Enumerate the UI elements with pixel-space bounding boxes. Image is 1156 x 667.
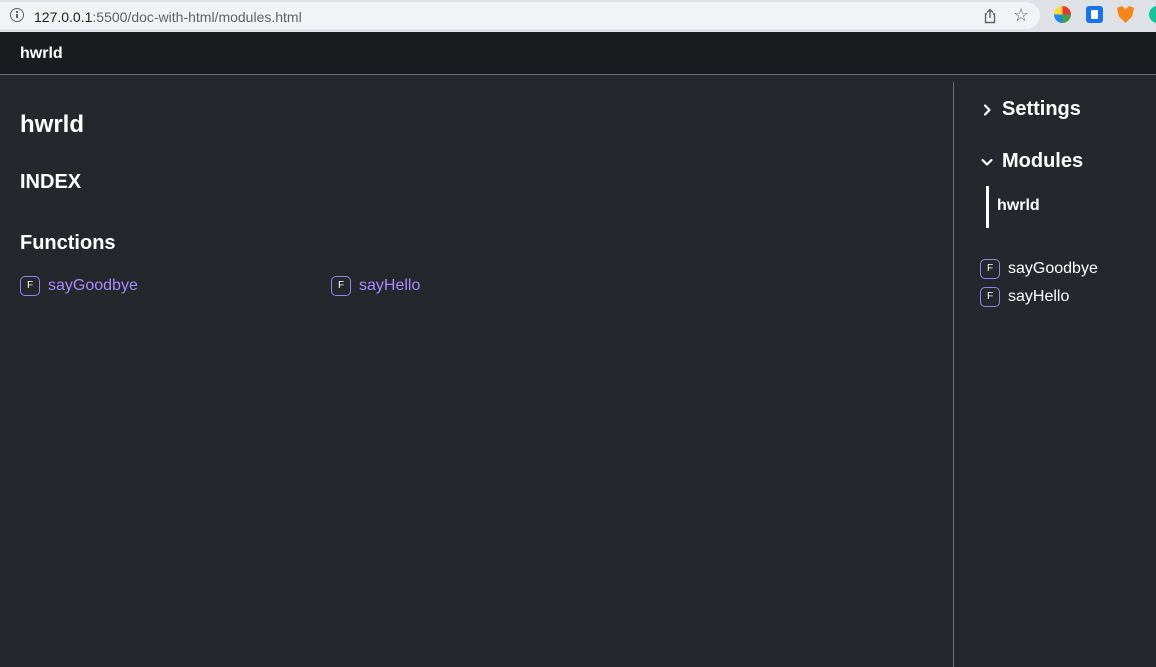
function-kind-icon: F [331, 276, 351, 296]
sidebar-function-saygoodbye[interactable]: F sayGoodbye [980, 259, 1098, 279]
sidebar-item-hwrld[interactable]: hwrld [997, 197, 1040, 215]
extension-icon[interactable] [1054, 6, 1071, 23]
sidebar-function-name: sayGoodbye [1008, 260, 1098, 277]
share-icon[interactable] [982, 8, 998, 24]
top-navigation: hwrld [0, 32, 1156, 75]
page-title: hwrld [20, 111, 84, 138]
info-icon[interactable] [10, 8, 24, 22]
function-link-saygoodbye[interactable]: F sayGoodbye [20, 276, 138, 296]
browser-toolbar: 127.0.0.1:5500/doc-with-html/modules.htm… [0, 0, 1156, 32]
index-heading: INDEX [20, 171, 82, 193]
sidebar-settings-label: Settings [1002, 98, 1081, 120]
function-kind-icon: F [20, 276, 40, 296]
function-kind-icon: F [980, 287, 1000, 307]
content-divider [953, 82, 954, 667]
modules-tree: hwrld [986, 186, 1040, 228]
sidebar-modules-label: Modules [1002, 150, 1084, 172]
extension-icon[interactable] [1086, 6, 1103, 23]
sidebar-function-sayhello[interactable]: F sayHello [980, 287, 1069, 307]
function-kind-icon: F [980, 259, 1000, 279]
function-name: sayGoodbye [48, 277, 138, 294]
sidebar-function-name: sayHello [1008, 288, 1070, 305]
sidebar-modules-toggle[interactable]: Modules [980, 150, 1083, 173]
chevron-down-icon [981, 158, 993, 166]
sidebar-settings-toggle[interactable]: Settings [980, 98, 1081, 121]
function-name: sayHello [359, 277, 421, 294]
url-text[interactable]: 127.0.0.1:5500/doc-with-html/modules.htm… [34, 9, 302, 25]
address-bar[interactable]: 127.0.0.1:5500/doc-with-html/modules.htm… [0, 2, 1040, 29]
bookmark-star-icon[interactable]: ☆ [1013, 6, 1031, 24]
metamask-fox-icon[interactable] [1117, 6, 1134, 23]
site-title-link[interactable]: hwrld [20, 45, 63, 63]
functions-heading: Functions [20, 232, 116, 254]
function-link-sayhello[interactable]: F sayHello [331, 276, 420, 296]
extension-icon[interactable] [1149, 6, 1156, 23]
chevron-right-icon [983, 103, 991, 116]
